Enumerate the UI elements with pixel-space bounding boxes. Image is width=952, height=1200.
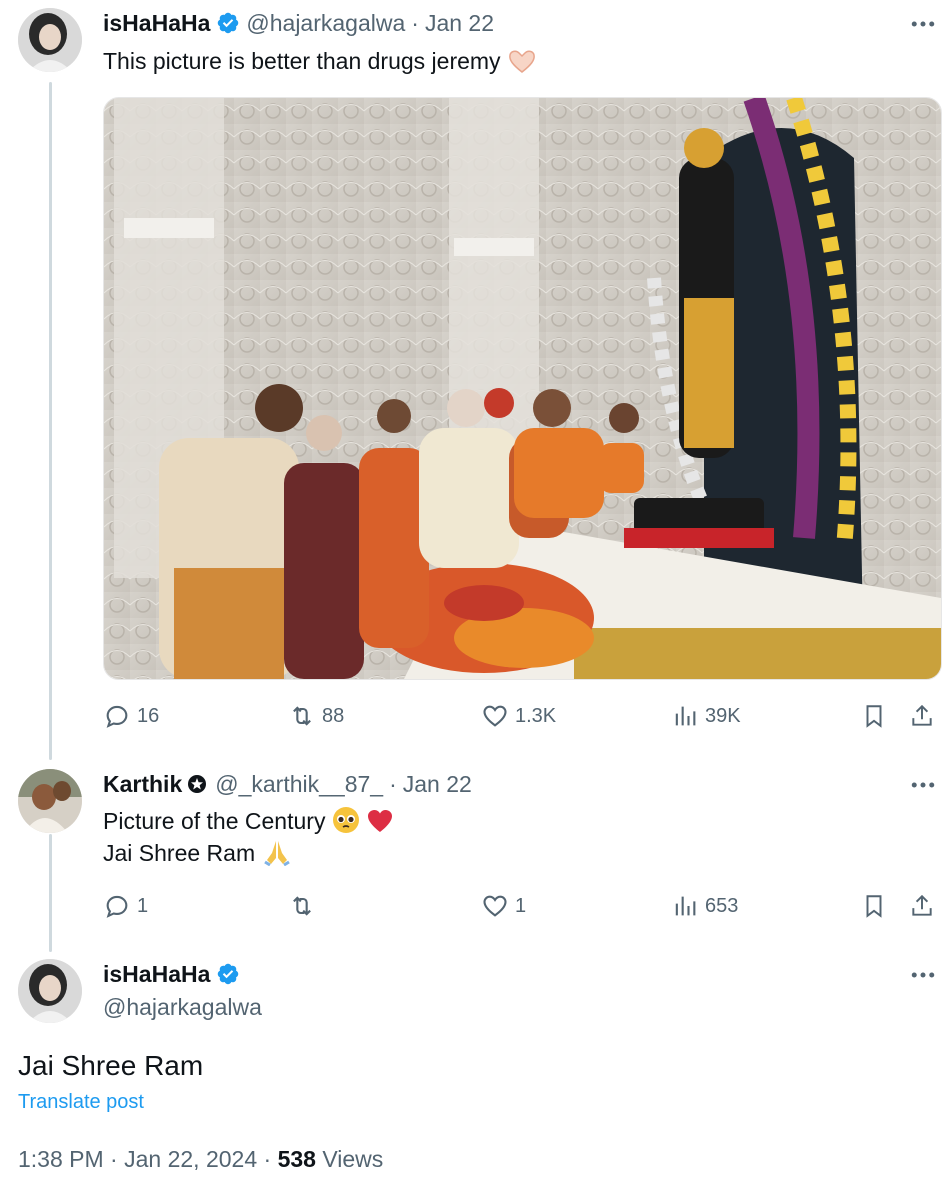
views-count: 538 (277, 1146, 316, 1172)
heart-hands-emoji-icon (509, 50, 535, 73)
repost-count: 88 (322, 704, 345, 727)
translate-post-link[interactable]: Translate post (18, 1091, 144, 1114)
views-button[interactable]: 39K (671, 699, 741, 733)
pleading-face-emoji-icon (332, 807, 359, 833)
separator: · (263, 1146, 272, 1172)
handle[interactable]: @hajarkagalwa (103, 992, 262, 1022)
like-icon (483, 895, 507, 917)
tweet-text: Picture of the Century Jai Shree Ram (103, 805, 394, 869)
like-button[interactable]: 1 (481, 889, 526, 923)
avatar[interactable] (18, 8, 82, 72)
reply-button[interactable]: 16 (103, 699, 159, 733)
tweet-media-image[interactable] (103, 97, 942, 680)
verified-badge-icon (218, 963, 239, 985)
avatar[interactable] (18, 769, 82, 833)
reply-count: 1 (137, 894, 149, 917)
post-time[interactable]: 1:38 PM (18, 1146, 104, 1172)
display-name[interactable]: Karthik (103, 769, 182, 799)
tweet-text: Jai Shree Ram (18, 1050, 204, 1081)
reply-count: 16 (137, 704, 160, 727)
bookmark-icon (866, 705, 882, 728)
reply-button[interactable]: 1 (103, 889, 148, 923)
like-icon (483, 705, 507, 727)
tweet-actions: 1 1 653 (103, 889, 939, 923)
post-date[interactable]: Jan 22, 2024 (124, 1146, 257, 1172)
views-icon (675, 706, 696, 726)
tweet-text: This picture is better than drugs jeremy (103, 45, 537, 77)
bookmark-button[interactable] (861, 699, 887, 733)
separator: · (110, 1146, 118, 1172)
repost-button[interactable]: 88 (288, 699, 344, 733)
share-button[interactable] (909, 889, 935, 923)
views-icon (675, 896, 696, 916)
handle[interactable]: @hajarkagalwa (246, 8, 405, 38)
more-icon[interactable] (908, 960, 938, 990)
tweet-actions: 16 88 1.3K 39K (103, 699, 939, 733)
like-count: 1.3K (515, 704, 557, 727)
views-count: 653 (705, 894, 739, 917)
tweet-header: Karthik @_karthik__87_ · Jan 22 (103, 769, 472, 799)
views-button[interactable]: 653 (671, 889, 738, 923)
repost-button[interactable] (288, 889, 322, 923)
tweet-text-line2: Jai Shree Ram (103, 840, 256, 866)
timestamp[interactable]: Jan 22 (425, 8, 494, 38)
folded-hands-emoji-icon (263, 841, 290, 866)
tweet-header: isHaHaHa @hajarkagalwa · Jan 22 (103, 8, 494, 38)
tweet-header: isHaHaHa (103, 959, 246, 989)
like-count: 1 (515, 894, 527, 917)
verified-badge-icon (188, 775, 207, 793)
like-button[interactable]: 1.3K (481, 699, 556, 733)
bookmark-icon (866, 895, 882, 918)
views-count: 39K (705, 704, 741, 727)
more-icon[interactable] (908, 770, 938, 800)
thread-line-1 (49, 82, 52, 760)
views-label: Views (322, 1146, 384, 1172)
tweet-text-content: This picture is better than drugs jeremy (103, 48, 501, 74)
more-icon[interactable] (908, 9, 938, 39)
share-icon (912, 704, 932, 726)
avatar[interactable] (18, 959, 82, 1023)
reply-icon (106, 705, 128, 728)
tweet-meta: 1:38 PM · Jan 22, 2024 · 538 Views (18, 1146, 383, 1173)
share-icon (912, 894, 932, 916)
tweet-text-line1: Picture of the Century (103, 808, 326, 834)
handle[interactable]: @_karthik__87_ (215, 769, 383, 799)
share-button[interactable] (909, 699, 935, 733)
separator: · (389, 771, 397, 797)
timestamp[interactable]: Jan 22 (403, 769, 472, 799)
thread-line-2 (49, 834, 52, 952)
display-name[interactable]: isHaHaHa (103, 8, 210, 38)
repost-icon (293, 706, 311, 726)
verified-badge-icon (218, 12, 239, 34)
bookmark-button[interactable] (861, 889, 887, 923)
display-name[interactable]: isHaHaHa (103, 959, 210, 989)
repost-icon (293, 896, 311, 916)
red-heart-emoji-icon (368, 810, 393, 832)
reply-icon (106, 895, 128, 918)
separator: · (411, 10, 419, 36)
handle-row: @hajarkagalwa (103, 992, 262, 1022)
